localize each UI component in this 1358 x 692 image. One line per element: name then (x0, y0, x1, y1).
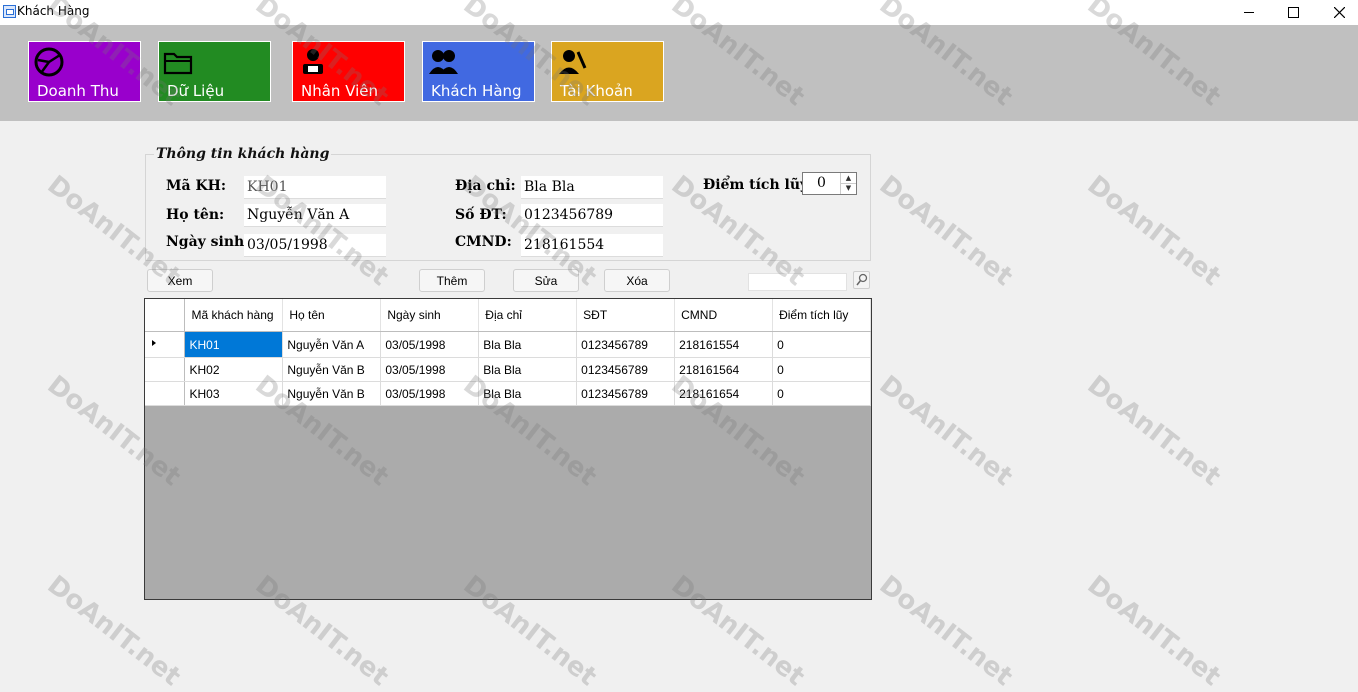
watermark-text: DoAnIT.net (1081, 170, 1227, 293)
customers-icon (429, 50, 458, 74)
employee-icon (303, 49, 323, 74)
search-input[interactable] (748, 273, 847, 291)
watermark-text: DoAnIT.net (1081, 370, 1227, 493)
watermark-text: DoAnIT.net (873, 570, 1019, 692)
table-cell[interactable]: 0123456789 (576, 357, 676, 382)
search-icon (856, 273, 868, 286)
table-cell[interactable]: 0 (772, 331, 871, 358)
stepper-down-icon[interactable]: ▼ (841, 183, 856, 193)
cmnd-field[interactable]: 218161554 (521, 234, 663, 257)
table-cell[interactable]: 0123456789 (576, 381, 676, 406)
column-header[interactable]: Mã khách hàng (184, 299, 284, 332)
ngay-sinh-field[interactable]: 03/05/1998 (244, 234, 386, 257)
diem-value: 0 (817, 175, 826, 191)
table-cell[interactable]: Bla Bla (478, 381, 578, 406)
dia-chi-field[interactable]: Bla Bla (521, 176, 663, 199)
row-header[interactable] (145, 357, 186, 382)
row-header[interactable] (145, 381, 186, 406)
current-row-arrow-icon (152, 340, 156, 346)
edit-button[interactable]: Sửa (513, 269, 579, 292)
table-cell[interactable]: 218161554 (674, 331, 774, 358)
diem-stepper[interactable]: 0 ▲ ▼ (802, 172, 857, 195)
nav-tile-du-lieu[interactable]: Dữ Liệu (158, 41, 271, 102)
watermark-text: DoAnIT.net (873, 170, 1019, 293)
row-header-selected[interactable] (145, 331, 186, 358)
nav-tile-doanh-thu[interactable]: Doanh Thu (28, 41, 141, 102)
table-row[interactable]: KH01 Nguyễn Văn A 03/05/1998 Bla Bla 012… (145, 331, 871, 358)
table-cell[interactable]: 0123456789 (576, 331, 676, 358)
stepper-arrows: ▲ ▼ (840, 173, 856, 194)
minimize-button[interactable] (1226, 0, 1272, 25)
ma-kh-field[interactable]: KH01 (244, 176, 386, 199)
column-header[interactable]: Điểm tích lũy (772, 299, 871, 332)
nav-tile-label: Tài Khoản (560, 82, 633, 100)
ma-kh-label: Mã KH: (166, 178, 227, 194)
column-header[interactable]: Địa chỉ (478, 299, 578, 332)
so-dt-label: Số ĐT: (455, 207, 507, 223)
table-header: Mã khách hàng Họ tên Ngày sinh Địa chỉ S… (145, 299, 871, 332)
diem-label: Điểm tích lũy: (703, 177, 814, 193)
table-cell[interactable]: 0 (772, 381, 871, 406)
so-dt-field[interactable]: 0123456789 (521, 204, 663, 227)
table-cell[interactable]: 218161564 (674, 357, 774, 382)
window-title: Khách Hàng (17, 4, 90, 18)
row-header-corner (145, 299, 186, 332)
nav-tile-label: Doanh Thu (37, 82, 119, 100)
close-icon (1333, 7, 1345, 18)
title-bar: Khách Hàng (0, 0, 1358, 25)
close-button[interactable] (1316, 0, 1358, 25)
nav-tile-nhan-vien[interactable]: Nhân Viên (292, 41, 405, 102)
table-row[interactable]: KH02 Nguyễn Văn B 03/05/1998 Bla Bla 012… (145, 357, 871, 382)
ho-ten-field[interactable]: Nguyễn Văn A (244, 204, 386, 227)
table-cell[interactable]: 0 (772, 357, 871, 382)
nav-tile-tai-khoan[interactable]: Tài Khoản (551, 41, 664, 102)
table-cell[interactable]: 03/05/1998 (380, 357, 480, 382)
nav-tile-khach-hang[interactable]: Khách Hàng (422, 41, 535, 102)
app-icon (3, 5, 16, 18)
customer-table: Mã khách hàng Họ tên Ngày sinh Địa chỉ S… (145, 299, 871, 406)
dia-chi-label: Địa chỉ: (455, 178, 516, 194)
chart-pie-icon (34, 47, 64, 77)
ho-ten-label: Họ tên: (166, 207, 225, 223)
table-cell[interactable]: 03/05/1998 (380, 381, 480, 406)
table-row[interactable]: KH03 Nguyễn Văn B 03/05/1998 Bla Bla 012… (145, 381, 871, 406)
nav-tile-label: Dữ Liệu (167, 82, 225, 100)
table-cell[interactable]: KH01 (184, 331, 284, 358)
table-cell[interactable]: KH02 (184, 357, 284, 382)
table-cell[interactable]: Nguyễn Văn A (282, 331, 382, 358)
watermark-text: DoAnIT.net (873, 370, 1019, 493)
account-icon (559, 50, 587, 74)
table-cell[interactable]: 218161654 (674, 381, 774, 406)
folder-icon (163, 52, 193, 75)
maximize-icon (1287, 7, 1299, 18)
nav-bar: Doanh Thu Dữ Liệu Nhân Viên Khách Hàng T… (0, 25, 1358, 121)
nav-tile-label: Khách Hàng (431, 82, 522, 100)
table-cell[interactable]: Nguyễn Văn B (282, 381, 382, 406)
cmnd-label: CMND: (455, 234, 512, 250)
maximize-button[interactable] (1270, 0, 1316, 25)
customer-grid[interactable]: Mã khách hàng Họ tên Ngày sinh Địa chỉ S… (144, 298, 872, 600)
minimize-icon (1244, 12, 1254, 13)
view-button[interactable]: Xem (147, 269, 213, 292)
group-title: Thông tin khách hàng (154, 146, 332, 162)
table-cell[interactable]: Nguyễn Văn B (282, 357, 382, 382)
column-header[interactable]: CMND (674, 299, 774, 332)
ngay-sinh-label: Ngày sinh: (166, 234, 250, 250)
column-header[interactable]: Ngày sinh (380, 299, 480, 332)
table-cell[interactable]: Bla Bla (478, 357, 578, 382)
column-header[interactable]: SĐT (576, 299, 676, 332)
watermark-text: DoAnIT.net (1081, 570, 1227, 692)
add-button[interactable]: Thêm (419, 269, 485, 292)
column-header[interactable]: Họ tên (282, 299, 382, 332)
delete-button[interactable]: Xóa (604, 269, 670, 292)
search-button[interactable] (853, 271, 870, 289)
nav-tile-label: Nhân Viên (301, 82, 379, 100)
table-cell[interactable]: Bla Bla (478, 331, 578, 358)
table-cell[interactable]: 03/05/1998 (380, 331, 480, 358)
table-cell[interactable]: KH03 (184, 381, 284, 406)
